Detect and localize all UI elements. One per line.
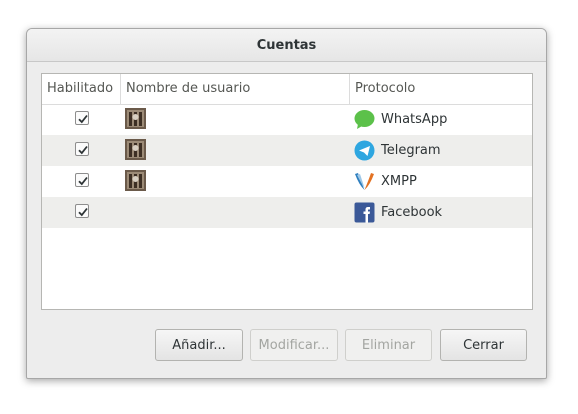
facebook-icon bbox=[354, 202, 375, 223]
account-row[interactable]: Facebook bbox=[42, 197, 532, 228]
account-row[interactable]: XMPP bbox=[42, 166, 532, 197]
enabled-checkbox[interactable] bbox=[75, 111, 89, 125]
whatsapp-icon bbox=[354, 110, 375, 129]
protocol-label: WhatsApp bbox=[381, 112, 448, 127]
checkmark-icon bbox=[78, 145, 88, 155]
avatar bbox=[125, 170, 146, 191]
protocol-label: Telegram bbox=[381, 143, 441, 158]
xmpp-icon bbox=[355, 173, 374, 190]
modify-button[interactable]: Modificar... bbox=[250, 329, 338, 361]
dialog-title: Cuentas bbox=[27, 29, 546, 62]
enabled-checkbox[interactable] bbox=[75, 142, 89, 156]
accounts-dialog: Cuentas Habilitado Nombre de usuario Pro… bbox=[26, 28, 547, 379]
avatar bbox=[125, 108, 146, 129]
checkmark-icon bbox=[78, 207, 88, 217]
checkmark-icon bbox=[78, 114, 88, 124]
close-button[interactable]: Cerrar bbox=[440, 329, 527, 361]
enabled-checkbox[interactable] bbox=[75, 173, 89, 187]
delete-button[interactable]: Eliminar bbox=[345, 329, 432, 361]
accounts-list[interactable]: Habilitado Nombre de usuario Protocolo W… bbox=[41, 73, 533, 310]
telegram-icon bbox=[354, 140, 375, 161]
avatar bbox=[125, 139, 146, 160]
account-row[interactable]: Telegram bbox=[42, 135, 532, 166]
column-header-protocol[interactable]: Protocolo bbox=[349, 74, 532, 104]
column-header-username[interactable]: Nombre de usuario bbox=[120, 74, 350, 104]
protocol-label: Facebook bbox=[381, 205, 443, 220]
protocol-label: XMPP bbox=[381, 174, 417, 189]
account-row[interactable]: WhatsApp bbox=[42, 104, 532, 135]
enabled-checkbox[interactable] bbox=[75, 204, 89, 218]
list-header: Habilitado Nombre de usuario Protocolo bbox=[42, 74, 532, 105]
add-button[interactable]: Añadir... bbox=[155, 329, 243, 361]
checkmark-icon bbox=[78, 176, 88, 186]
column-header-enabled[interactable]: Habilitado bbox=[42, 74, 120, 104]
